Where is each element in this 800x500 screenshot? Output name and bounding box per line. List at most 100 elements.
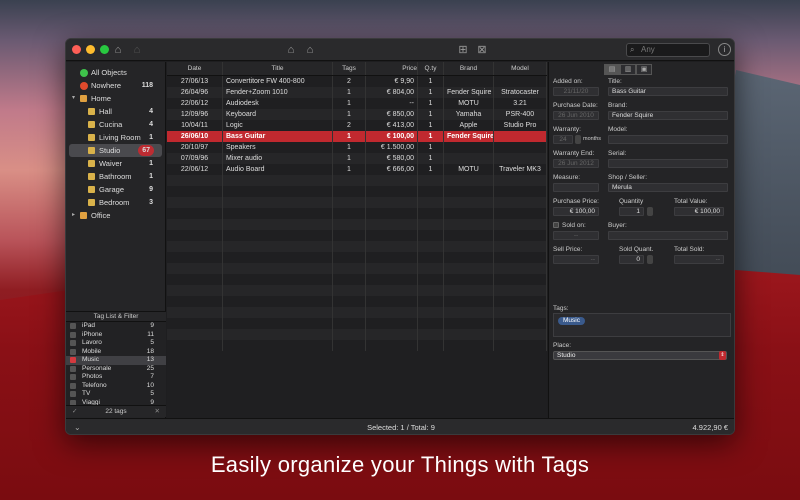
tag-checkbox[interactable]: [70, 365, 76, 372]
tag-list-item[interactable]: Photos 7: [66, 373, 166, 382]
table-row[interactable]: 20/10/97 Speakers 1 € 1.500,00 1: [167, 142, 547, 153]
column-header[interactable]: Tags: [333, 62, 366, 75]
table-cell: [366, 208, 418, 219]
tag-checkbox[interactable]: [70, 348, 76, 355]
sidebar-item-room[interactable]: Cucina 4: [66, 118, 165, 131]
tag-checkbox[interactable]: [70, 340, 76, 346]
sidebar-item-room[interactable]: Garage 9: [66, 183, 165, 196]
tag-list-item[interactable]: iPad 9: [66, 322, 166, 331]
disclosure-open-icon[interactable]: ▾: [72, 92, 75, 105]
minimize-button[interactable]: [86, 45, 95, 54]
place-select[interactable]: Studio ⇕: [553, 351, 727, 360]
home-icon: [80, 95, 87, 102]
quantity-stepper[interactable]: [647, 207, 653, 216]
table-row[interactable]: 27/06/13 Convertitore FW 400-800 2 € 9,90 1: [167, 76, 547, 87]
quantity-field[interactable]: 1: [619, 207, 644, 216]
sidebar-item-nowhere[interactable]: Nowhere 118: [66, 79, 165, 92]
warranty-field[interactable]: 24: [553, 135, 573, 144]
disclosure-closed-icon[interactable]: ▸: [72, 209, 75, 222]
title-field[interactable]: Bass Guitar: [608, 87, 728, 96]
table-row[interactable]: 26/06/10 Bass Guitar 1 € 100,00 1 Fender Squi…: [167, 131, 547, 142]
add-home-icon[interactable]: ⌂: [284, 43, 298, 57]
tag-checkbox[interactable]: [70, 323, 76, 329]
table-cell: [444, 142, 494, 153]
column-header[interactable]: Q.ty: [418, 62, 444, 75]
tab-info-icon[interactable]: ▤: [604, 64, 620, 75]
table-row[interactable]: 10/04/11 Logic 2 € 413,00 1 Apple Studio Pro: [167, 120, 547, 131]
sidebar-item-room[interactable]: Living Room 1: [66, 131, 165, 144]
edit-home-icon[interactable]: ⌂: [303, 43, 317, 57]
sidebar-item-count: 1: [149, 160, 153, 167]
warranty-stepper[interactable]: [575, 135, 581, 144]
table-cell: [333, 274, 366, 285]
tag-list-item[interactable]: Lavoro 5: [66, 339, 166, 348]
tag-checkbox[interactable]: [70, 374, 76, 380]
buyer-label: Buyer:: [608, 222, 627, 229]
purchase-price-field[interactable]: € 100,00: [553, 207, 599, 216]
add-place-icon[interactable]: ⌂: [111, 43, 125, 57]
serial-field[interactable]: [608, 159, 728, 168]
add-item-icon[interactable]: ⊞: [456, 43, 470, 57]
column-header[interactable]: Model: [494, 62, 547, 75]
table-row[interactable]: 26/04/96 Fender+Zoom 1010 1 € 804,00 1 Fender…: [167, 87, 547, 98]
sidebar-item-office[interactable]: ▸ Office: [66, 209, 165, 222]
tags-field[interactable]: Music: [553, 313, 731, 337]
items-table: Date Title Tags Price Q.ty Brand Model 27/06/1…: [167, 62, 547, 418]
checkmark-icon[interactable]: ✓: [72, 406, 77, 418]
tag-list-item[interactable]: Telefono 10: [66, 382, 166, 391]
search-field[interactable]: ⌕ Any: [626, 43, 710, 57]
column-header[interactable]: Price: [366, 62, 418, 75]
table-cell: 1: [333, 131, 366, 142]
table-row[interactable]: 22/06/12 Audio Board 1 € 666,00 1 MOTU Travele…: [167, 164, 547, 175]
zoom-button[interactable]: [100, 45, 109, 54]
tag-checkbox[interactable]: [70, 357, 76, 363]
sidebar-item-room[interactable]: Bedroom 3: [66, 196, 165, 209]
tag-checkbox[interactable]: [70, 331, 76, 338]
table-cell: [418, 186, 444, 197]
column-header[interactable]: Title: [223, 62, 333, 75]
column-header[interactable]: Brand: [444, 62, 494, 75]
tag-list-item[interactable]: Mobile 18: [66, 348, 166, 357]
info-icon[interactable]: i: [718, 43, 731, 56]
tag-list-item[interactable]: Personale 25: [66, 365, 166, 374]
sidebar-item-all-objects[interactable]: All Objects: [66, 66, 165, 79]
tag-list-item[interactable]: TV 5: [66, 390, 166, 399]
table-row[interactable]: 12/09/96 Keyboard 1 € 850,00 1 Yamaha PSR-400: [167, 109, 547, 120]
tag-chip[interactable]: Music: [558, 317, 585, 325]
tag-checkbox[interactable]: [70, 391, 76, 397]
clear-filter-icon[interactable]: ✕: [155, 406, 160, 418]
table-row[interactable]: 07/09/96 Mixer audio 1 € 580,00 1: [167, 153, 547, 164]
sold-on-field[interactable]: --: [553, 231, 599, 240]
table-row[interactable]: 22/06/12 Audiodesk 1 -- 1 MOTU 3.21: [167, 98, 547, 109]
tag-list-item[interactable]: iPhone 11: [66, 331, 166, 340]
remove-place-icon[interactable]: ⌂: [130, 43, 144, 57]
sold-on-label: Sold on:: [562, 222, 586, 229]
measure-field[interactable]: [553, 183, 599, 192]
sidebar-item-home[interactable]: ▾ Home: [66, 92, 165, 105]
purchase-date-field[interactable]: 26 Jun 2010: [553, 111, 599, 120]
sold-quant-stepper[interactable]: [647, 255, 653, 264]
tab-photo-icon[interactable]: ▣: [636, 64, 652, 75]
remove-item-icon[interactable]: ⊠: [475, 43, 489, 57]
sidebar-item-label: Living Room: [99, 133, 141, 142]
sidebar-item-room[interactable]: Hall 4: [66, 105, 165, 118]
sidebar-item-room[interactable]: Studio 67: [69, 144, 162, 157]
tag-list-item[interactable]: Music 13: [66, 356, 166, 365]
brand-field[interactable]: Fender Squire: [608, 111, 728, 120]
sidebar-item-room[interactable]: Bathroom 1: [66, 170, 165, 183]
close-button[interactable]: [72, 45, 81, 54]
model-field[interactable]: [608, 135, 728, 144]
total-value-field: € 100,00: [674, 207, 724, 216]
table-cell: 07/09/96: [167, 153, 223, 164]
buyer-field[interactable]: [608, 231, 728, 240]
tag-checkbox[interactable]: [70, 382, 76, 389]
column-header[interactable]: Date: [167, 62, 223, 75]
shop-field[interactable]: Merula: [608, 183, 728, 192]
tab-notes-icon[interactable]: ▥: [620, 64, 636, 75]
sold-quant-field[interactable]: 0: [619, 255, 644, 264]
sell-price-field[interactable]: --: [553, 255, 599, 264]
sidebar-item-room[interactable]: Waiver 1: [66, 157, 165, 170]
sold-on-checkbox[interactable]: [553, 222, 559, 228]
table-cell: 1: [418, 153, 444, 164]
tag-panel-footer: ✓ 22 tags ✕: [66, 405, 166, 417]
